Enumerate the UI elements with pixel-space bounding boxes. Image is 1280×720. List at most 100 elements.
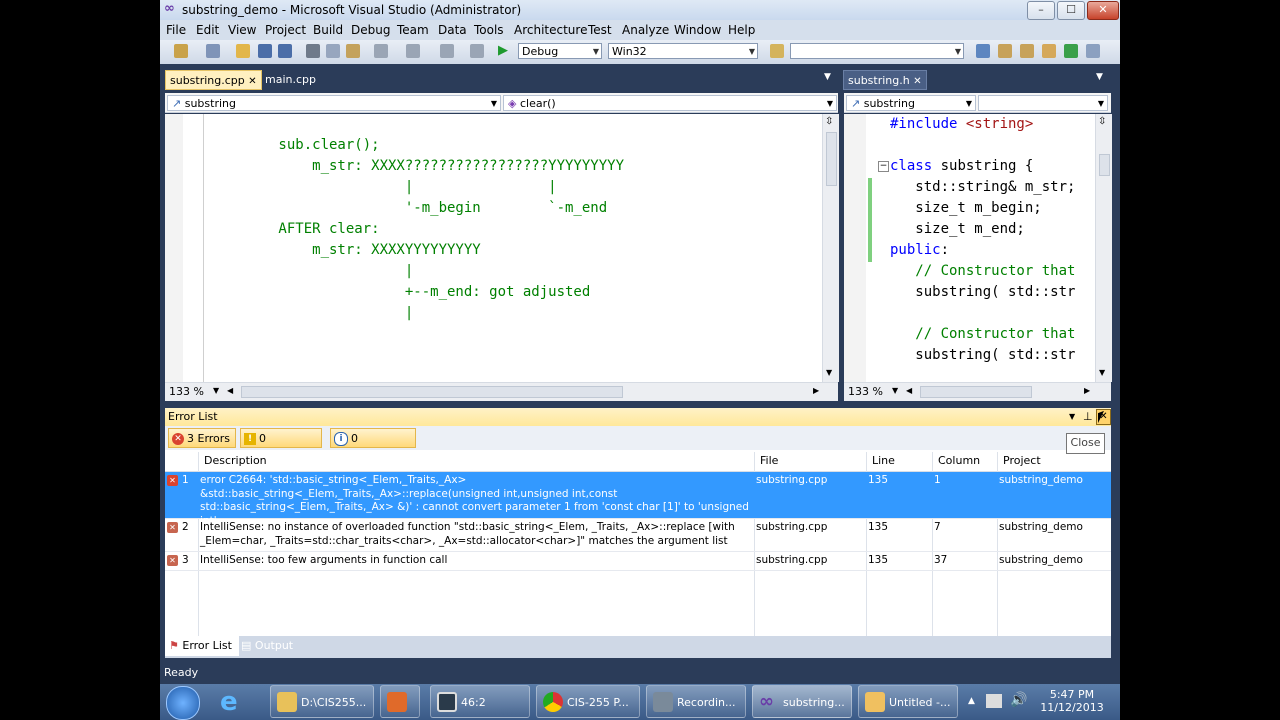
- menu-edit[interactable]: Edit: [196, 23, 219, 37]
- close-icon[interactable]: ✕: [248, 76, 256, 87]
- taskbar-item-chrome[interactable]: CIS-255 P...: [536, 685, 640, 718]
- member-combo[interactable]: ◈ clear() ▼: [503, 95, 837, 111]
- zoom-level[interactable]: 133 %: [848, 385, 883, 398]
- tab-error-list[interactable]: ⚑ Error List: [165, 636, 239, 656]
- toolbox-icon[interactable]: [1042, 44, 1056, 58]
- navigate-forward-icon[interactable]: [470, 44, 484, 58]
- left-vertical-scrollbar[interactable]: ⇳ ▼: [822, 114, 839, 382]
- menu-debug[interactable]: Debug: [351, 23, 390, 37]
- menu-view[interactable]: View: [228, 23, 256, 37]
- column-description[interactable]: Description: [204, 452, 267, 470]
- scroll-thumb[interactable]: [241, 386, 623, 398]
- scroll-right-icon[interactable]: ▶: [1084, 386, 1090, 395]
- errors-filter-button[interactable]: ✕ 3 Errors: [168, 428, 236, 448]
- new-project-icon[interactable]: [174, 44, 188, 58]
- taskbar-item-media[interactable]: [380, 685, 420, 718]
- taskbar-item-explorer[interactable]: D:\CIS255...: [270, 685, 374, 718]
- tab-substring-h[interactable]: substring.h ✕: [843, 70, 927, 90]
- scroll-thumb[interactable]: [826, 132, 837, 186]
- properties-icon[interactable]: [998, 44, 1012, 58]
- taskbar-item-visual-studio[interactable]: ∞ substring...: [752, 685, 852, 718]
- chevron-down-icon[interactable]: ▼: [892, 386, 898, 395]
- right-code-editor[interactable]: − #include <string> class substring { st…: [844, 114, 1111, 382]
- column-project[interactable]: Project: [1003, 452, 1041, 470]
- taskbar-item-console[interactable]: 46:2: [430, 685, 530, 718]
- split-icon[interactable]: ⇳: [825, 116, 833, 127]
- taskbar-item-paint[interactable]: Untitled -...: [858, 685, 958, 718]
- split-icon[interactable]: ⇳: [1098, 116, 1106, 127]
- toolbar-options-icon[interactable]: [1086, 44, 1100, 58]
- right-horizontal-scrollbar[interactable]: 133 % ▼ ◀ ▶: [844, 382, 1111, 401]
- find-in-files-icon[interactable]: [770, 44, 784, 58]
- left-code-editor[interactable]: sub.clear(); m_str: XXXX????????????????…: [165, 114, 838, 382]
- clock[interactable]: 5:47 PM 11/12/2013: [1040, 688, 1104, 714]
- left-horizontal-scrollbar[interactable]: 133 % ▼ ◀ ▶: [165, 382, 838, 401]
- menu-data[interactable]: Data: [438, 23, 467, 37]
- menu-team[interactable]: Team: [397, 23, 429, 37]
- tab-substring-cpp[interactable]: substring.cpp ✕: [165, 70, 262, 90]
- scroll-right-icon[interactable]: ▶: [813, 386, 819, 395]
- scroll-thumb[interactable]: [920, 386, 1032, 398]
- internet-explorer-icon[interactable]: e: [220, 688, 248, 716]
- menu-test[interactable]: Test: [588, 23, 612, 37]
- tab-output[interactable]: ▤ Output: [241, 636, 293, 656]
- find-combo[interactable]: ▼: [790, 43, 964, 59]
- menu-help[interactable]: Help: [728, 23, 755, 37]
- column-file[interactable]: File: [760, 452, 778, 470]
- solution-platform-combo[interactable]: Win32 ▼: [608, 43, 758, 59]
- menu-window[interactable]: Window: [674, 23, 721, 37]
- column-line[interactable]: Line: [872, 452, 895, 470]
- table-row[interactable]: ✕ 3 IntelliSense: too few arguments in f…: [165, 552, 1111, 571]
- network-icon[interactable]: [986, 694, 1002, 708]
- scroll-left-icon[interactable]: ◀: [227, 386, 233, 395]
- right-vertical-scrollbar[interactable]: ⇳ ▼: [1095, 114, 1112, 382]
- redo-icon[interactable]: [406, 44, 420, 58]
- table-row[interactable]: ✕ 2 IntelliSense: no instance of overloa…: [165, 519, 1111, 552]
- chevron-down-icon[interactable]: ▼: [824, 72, 831, 82]
- copy-icon[interactable]: [326, 44, 340, 58]
- save-icon[interactable]: [258, 44, 272, 58]
- chevron-down-icon[interactable]: ▼: [1096, 72, 1103, 82]
- maximize-button[interactable]: ☐: [1057, 1, 1085, 20]
- close-window-button[interactable]: ✕: [1087, 1, 1119, 20]
- menu-tools[interactable]: Tools: [474, 23, 504, 37]
- extension-manager-icon[interactable]: [1064, 44, 1078, 58]
- add-item-icon[interactable]: [206, 44, 220, 58]
- pin-icon[interactable]: ⊥: [1083, 408, 1093, 426]
- scroll-down-icon[interactable]: ▼: [826, 368, 832, 377]
- scope-combo[interactable]: ↗ substring ▼: [167, 95, 501, 111]
- menu-file[interactable]: File: [166, 23, 186, 37]
- close-icon[interactable]: ✕: [913, 76, 921, 87]
- chevron-down-icon[interactable]: ▼: [213, 386, 219, 395]
- solution-config-combo[interactable]: Debug ▼: [518, 43, 602, 59]
- collapse-icon[interactable]: −: [878, 161, 889, 172]
- save-all-icon[interactable]: [278, 44, 292, 58]
- zoom-level[interactable]: 133 %: [169, 385, 204, 398]
- panel-menu-chevron-icon[interactable]: ▼: [1069, 408, 1075, 426]
- paste-icon[interactable]: [346, 44, 360, 58]
- navigate-backward-icon[interactable]: [440, 44, 454, 58]
- solution-explorer-icon[interactable]: [976, 44, 990, 58]
- volume-icon[interactable]: 🔊: [1010, 692, 1027, 708]
- start-button-icon[interactable]: [166, 686, 200, 720]
- object-browser-icon[interactable]: [1020, 44, 1034, 58]
- open-folder-icon[interactable]: [236, 44, 250, 58]
- scope-combo[interactable]: ↗ substring ▼: [846, 95, 976, 111]
- start-debugging-icon[interactable]: ▶: [498, 44, 512, 58]
- taskbar-item-recording[interactable]: Recordin...: [646, 685, 746, 718]
- member-combo[interactable]: ▼: [978, 95, 1108, 111]
- scroll-thumb[interactable]: [1099, 154, 1110, 176]
- menu-architecture[interactable]: Architecture: [514, 23, 587, 37]
- show-hidden-icons[interactable]: ▲: [968, 696, 975, 706]
- messages-filter-button[interactable]: i0 Messages: [330, 428, 416, 464]
- menu-analyze[interactable]: Analyze: [622, 23, 669, 37]
- menu-project[interactable]: Project: [265, 23, 306, 37]
- menu-build[interactable]: Build: [313, 23, 343, 37]
- column-column[interactable]: Column: [938, 452, 980, 470]
- warnings-filter-button[interactable]: !0 Warnings: [240, 428, 322, 464]
- cut-icon[interactable]: [306, 44, 320, 58]
- table-row[interactable]: ✕ 1 error C2664: 'std::basic_string<_Ele…: [165, 472, 1111, 527]
- minimize-button[interactable]: –: [1027, 1, 1055, 20]
- tab-main-cpp[interactable]: main.cpp: [261, 70, 320, 90]
- undo-icon[interactable]: [374, 44, 388, 58]
